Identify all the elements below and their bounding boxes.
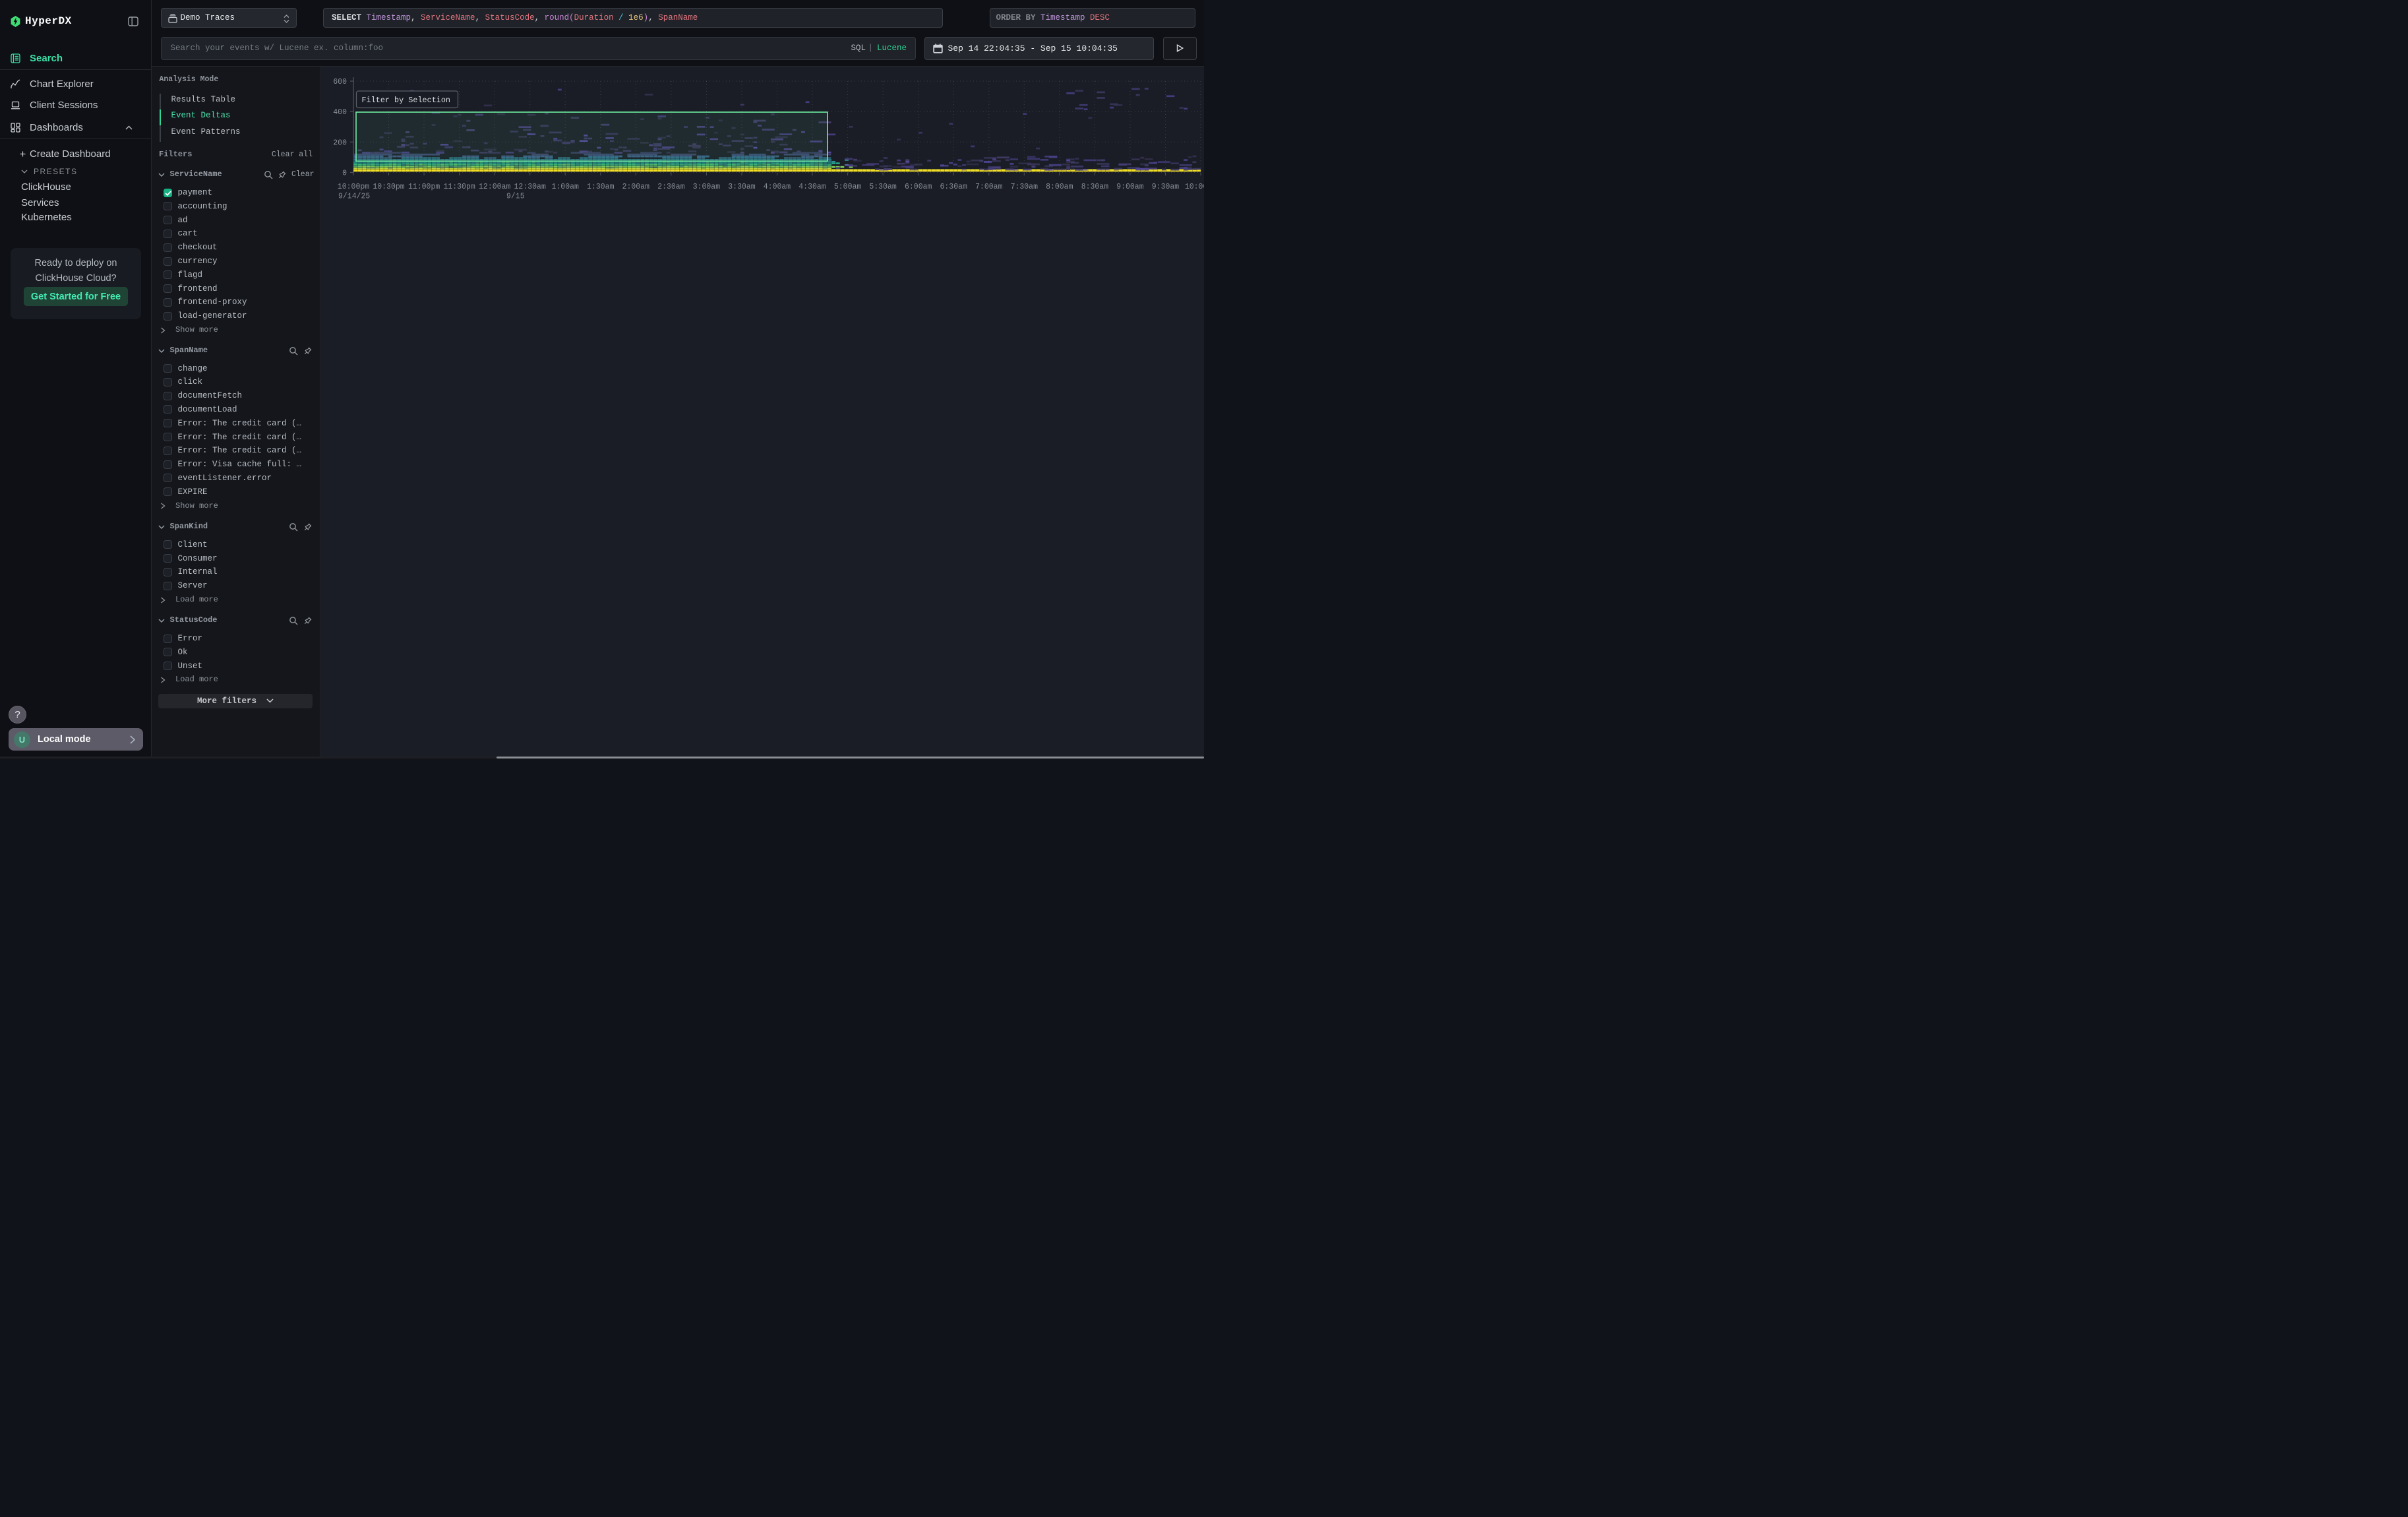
svg-text:200: 200 (333, 139, 347, 147)
svg-text:2:00am: 2:00am (622, 183, 650, 191)
svg-text:7:30am: 7:30am (1011, 183, 1038, 191)
svg-text:8:30am: 8:30am (1081, 183, 1109, 191)
svg-text:4:30am: 4:30am (798, 183, 826, 191)
svg-text:11:30pm: 11:30pm (443, 183, 475, 191)
svg-text:1:30am: 1:30am (587, 183, 615, 191)
svg-text:0: 0 (342, 170, 347, 178)
svg-text:9:30am: 9:30am (1152, 183, 1180, 191)
svg-text:8:00am: 8:00am (1046, 183, 1073, 191)
svg-text:10:30pm: 10:30pm (373, 183, 404, 191)
svg-text:11:00pm: 11:00pm (408, 183, 440, 191)
svg-text:10:00am: 10:00am (1185, 183, 1204, 191)
svg-text:10:00pm: 10:00pm (338, 183, 369, 191)
svg-text:6:30am: 6:30am (940, 183, 967, 191)
svg-text:12:00am: 12:00am (479, 183, 510, 191)
svg-text:5:30am: 5:30am (869, 183, 897, 191)
svg-text:3:00am: 3:00am (693, 183, 721, 191)
svg-text:4:00am: 4:00am (764, 183, 791, 191)
svg-text:400: 400 (333, 108, 347, 117)
svg-text:6:00am: 6:00am (905, 183, 932, 191)
svg-text:3:30am: 3:30am (728, 183, 756, 191)
svg-text:5:00am: 5:00am (834, 183, 862, 191)
svg-text:1:00am: 1:00am (551, 183, 579, 191)
svg-text:9/15: 9/15 (506, 193, 525, 201)
svg-text:12:30am: 12:30am (514, 183, 546, 191)
svg-text:9/14/25: 9/14/25 (338, 193, 370, 201)
svg-text:600: 600 (333, 78, 347, 86)
svg-text:7:00am: 7:00am (975, 183, 1003, 191)
svg-text:9:00am: 9:00am (1116, 183, 1144, 191)
svg-text:Filter by Selection: Filter by Selection (362, 96, 451, 105)
svg-text:2:30am: 2:30am (657, 183, 685, 191)
